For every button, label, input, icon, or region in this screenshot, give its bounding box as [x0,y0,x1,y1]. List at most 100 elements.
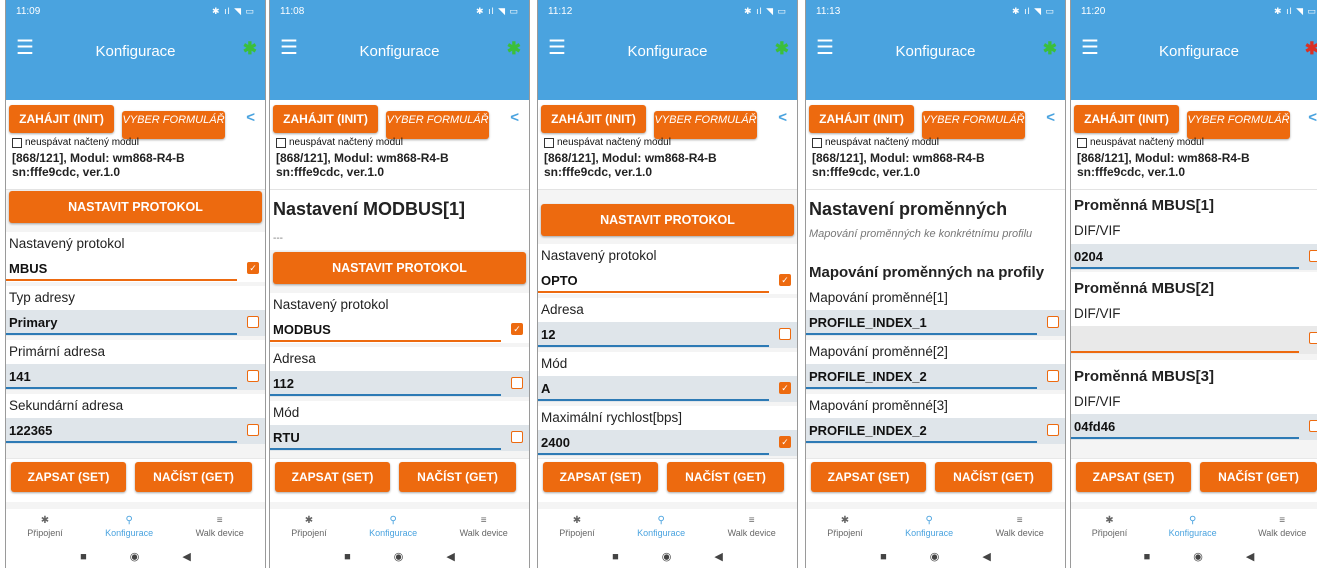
init-button[interactable]: ZAHÁJIT (INIT) [1074,105,1179,133]
keep-awake-checkbox[interactable]: neuspávat načtený modul [1077,137,1204,148]
field-checkbox[interactable] [779,328,791,340]
set-protocol-button[interactable]: NASTAVIT PROTOKOL [541,204,794,236]
nav-connection[interactable]: ✱ Připojení [291,515,327,539]
nav-connection[interactable]: ✱ Připojení [827,515,863,539]
back-icon[interactable]: ◀ [982,550,990,563]
field-checkbox[interactable] [247,370,259,382]
init-button[interactable]: ZAHÁJIT (INIT) [9,105,114,133]
recents-icon[interactable]: ■ [612,551,619,563]
checkbox-box[interactable] [12,137,22,148]
nav-walk-device[interactable]: ≡ Walk device [996,515,1044,539]
protocol-field[interactable]: MBUS ✓ [6,256,265,282]
bluetooth-disconnected-icon[interactable]: ✱ [1305,40,1317,57]
get-button[interactable]: NAČÍST (GET) [399,462,516,492]
bluetooth-connected-icon[interactable]: ✱ [243,40,257,57]
home-icon[interactable]: ◉ [662,550,672,563]
mode-field[interactable]: RTU [270,425,529,451]
field-checkbox[interactable] [1309,332,1317,344]
field-checkbox[interactable]: ✓ [511,323,523,335]
share-icon[interactable]: < [1046,109,1055,126]
nav-connection[interactable]: ✱ Připojení [27,515,63,539]
secondary-address-field[interactable]: 122365 [6,418,265,444]
field-checkbox[interactable] [247,424,259,436]
back-icon[interactable]: ◀ [182,550,190,563]
dif-vif-2-field[interactable] [1071,326,1317,354]
get-button[interactable]: NAČÍST (GET) [1200,462,1317,492]
field-checkbox[interactable]: ✓ [779,382,791,394]
address-field[interactable]: 12 [538,322,797,348]
set-button[interactable]: ZAPSAT (SET) [275,462,390,492]
variable-mapping-3-field[interactable]: PROFILE_INDEX_2 [806,418,1065,444]
field-checkbox[interactable] [247,316,259,328]
checkbox-box[interactable] [276,137,286,148]
address-field[interactable]: 112 [270,371,529,397]
field-checkbox[interactable] [511,377,523,389]
nav-configuration[interactable]: ⚲ Konfigurace [905,515,953,539]
set-button[interactable]: ZAPSAT (SET) [543,462,658,492]
select-form-button[interactable]: VYBER FORMULÁŘ [122,111,225,139]
back-icon[interactable]: ◀ [714,550,722,563]
mode-field[interactable]: A ✓ [538,376,797,402]
field-checkbox[interactable] [1047,424,1059,436]
field-checkbox[interactable]: ✓ [247,262,259,274]
select-form-button[interactable]: VYBER FORMULÁŘ [922,111,1025,139]
select-form-button[interactable]: VYBER FORMULÁŘ [654,111,757,139]
variable-mapping-1-field[interactable]: PROFILE_INDEX_1 [806,310,1065,336]
checkbox-box[interactable] [544,137,554,148]
bluetooth-connected-icon[interactable]: ✱ [507,40,521,57]
set-button[interactable]: ZAPSAT (SET) [1076,462,1191,492]
nav-configuration[interactable]: ⚲ Konfigurace [105,515,153,539]
nav-configuration[interactable]: ⚲ Konfigurace [1169,515,1217,539]
address-type-field[interactable]: Primary [6,310,265,336]
init-button[interactable]: ZAHÁJIT (INIT) [273,105,378,133]
set-protocol-button[interactable]: NASTAVIT PROTOKOL [273,252,526,284]
select-form-button[interactable]: VYBER FORMULÁŘ [1187,111,1290,139]
home-icon[interactable]: ◉ [394,550,404,563]
share-icon[interactable]: < [246,109,255,126]
nav-connection[interactable]: ✱ Připojení [559,515,595,539]
home-icon[interactable]: ◉ [130,550,140,563]
checkbox-box[interactable] [812,137,822,148]
keep-awake-checkbox[interactable]: neuspávat načtený modul [544,137,671,148]
init-button[interactable]: ZAHÁJIT (INIT) [541,105,646,133]
nav-walk-device[interactable]: ≡ Walk device [460,515,508,539]
nav-configuration[interactable]: ⚲ Konfigurace [369,515,417,539]
recents-icon[interactable]: ■ [880,551,887,563]
variable-mapping-2-field[interactable]: PROFILE_INDEX_2 [806,364,1065,390]
keep-awake-checkbox[interactable]: neuspávat načtený modul [812,137,939,148]
back-icon[interactable]: ◀ [1246,550,1254,563]
primary-address-field[interactable]: 141 [6,364,265,390]
nav-walk-device[interactable]: ≡ Walk device [1258,515,1306,539]
field-checkbox[interactable] [1309,250,1317,262]
get-button[interactable]: NAČÍST (GET) [935,462,1052,492]
nav-configuration[interactable]: ⚲ Konfigurace [637,515,685,539]
home-icon[interactable]: ◉ [930,550,940,563]
field-checkbox[interactable]: ✓ [779,274,791,286]
field-checkbox[interactable]: ✓ [779,436,791,448]
bluetooth-connected-icon[interactable]: ✱ [775,40,789,57]
recents-icon[interactable]: ■ [80,551,87,563]
share-icon[interactable]: < [778,109,787,126]
share-icon[interactable]: < [510,109,519,126]
set-button[interactable]: ZAPSAT (SET) [811,462,926,492]
checkbox-box[interactable] [1077,137,1087,148]
nav-connection[interactable]: ✱ Připojení [1092,515,1128,539]
bluetooth-connected-icon[interactable]: ✱ [1043,40,1057,57]
field-checkbox[interactable] [511,431,523,443]
home-icon[interactable]: ◉ [1193,550,1203,563]
field-checkbox[interactable] [1047,370,1059,382]
share-icon[interactable]: < [1308,109,1317,126]
recents-icon[interactable]: ■ [344,551,351,563]
set-button[interactable]: ZAPSAT (SET) [11,462,126,492]
dif-vif-1-field[interactable]: 0204 [1071,244,1317,270]
get-button[interactable]: NAČÍST (GET) [135,462,252,492]
dif-vif-3-field[interactable]: 04fd46 [1071,414,1317,440]
select-form-button[interactable]: VYBER FORMULÁŘ [386,111,489,139]
nav-walk-device[interactable]: ≡ Walk device [196,515,244,539]
recents-icon[interactable]: ■ [1144,551,1151,563]
field-checkbox[interactable] [1309,420,1317,432]
keep-awake-checkbox[interactable]: neuspávat načtený modul [12,137,139,148]
set-protocol-button[interactable]: NASTAVIT PROTOKOL [9,191,262,223]
nav-walk-device[interactable]: ≡ Walk device [728,515,776,539]
max-speed-field[interactable]: 2400 ✓ [538,430,797,456]
